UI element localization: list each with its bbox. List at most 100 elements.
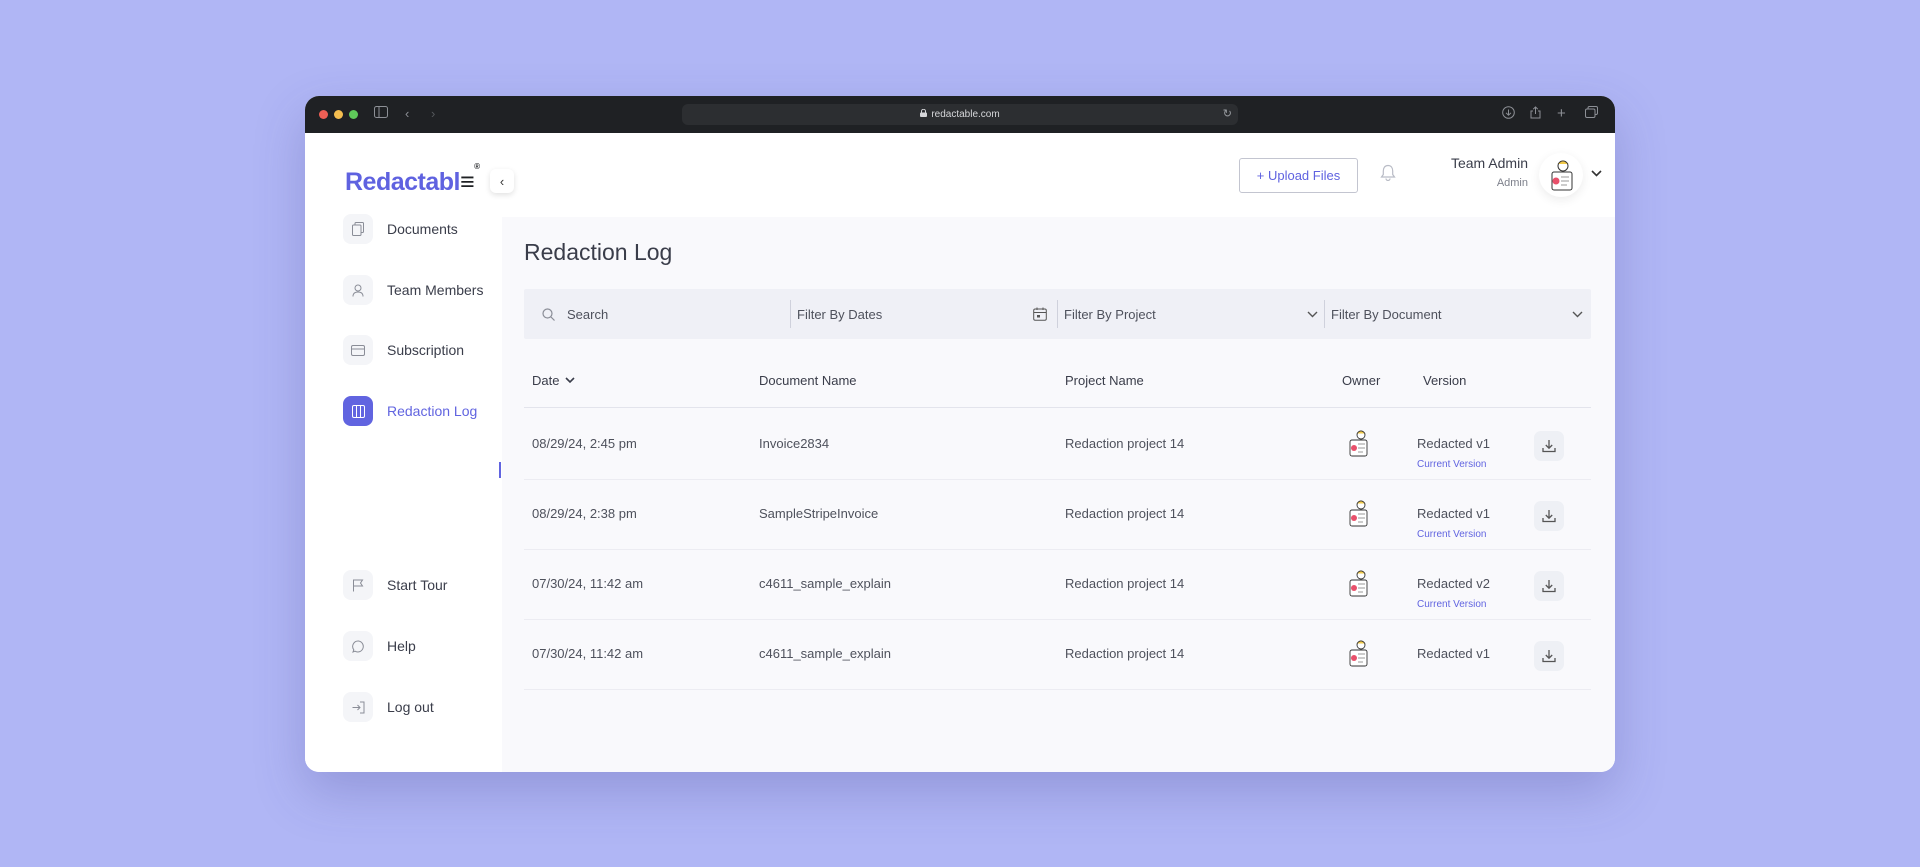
reload-icon[interactable]: ↻ bbox=[1223, 107, 1232, 120]
download-icon bbox=[1542, 439, 1556, 453]
main-content: Redaction Log Search Filter By Dates Fil… bbox=[502, 217, 1615, 772]
column-header-project-name: Project Name bbox=[1065, 373, 1144, 388]
calendar-icon[interactable] bbox=[1033, 307, 1047, 324]
page-title: Redaction Log bbox=[524, 239, 673, 265]
sidebar-item-label: Subscription bbox=[387, 342, 465, 358]
sidebar-toggle-icon[interactable] bbox=[374, 106, 388, 122]
current-version-badge: Current Version bbox=[1417, 529, 1487, 540]
chevron-down-icon[interactable] bbox=[1572, 307, 1583, 321]
cell-document-name[interactable]: Invoice2834 bbox=[759, 436, 829, 451]
download-button[interactable] bbox=[1534, 571, 1564, 601]
tabs-overview-icon[interactable] bbox=[1585, 106, 1598, 122]
close-window-button[interactable] bbox=[319, 110, 328, 119]
current-version-badge: Current Version bbox=[1417, 599, 1487, 610]
documents-icon bbox=[343, 214, 373, 244]
table-row[interactable]: 08/29/24, 2:45 pm Invoice2834 Redaction pr… bbox=[524, 410, 1591, 480]
bell-icon[interactable] bbox=[1380, 164, 1396, 186]
cell-date: 07/30/24, 11:42 am bbox=[532, 646, 644, 661]
collapse-sidebar-button[interactable]: ‹ bbox=[490, 169, 514, 193]
credit-card-icon bbox=[343, 335, 373, 365]
download-button[interactable] bbox=[1534, 431, 1564, 461]
cell-document-name[interactable]: c4611_sample_explain bbox=[759, 646, 891, 661]
download-icon[interactable] bbox=[1502, 106, 1515, 123]
chevron-left-icon: ‹ bbox=[499, 173, 505, 189]
sidebar-item-label: Start Tour bbox=[387, 577, 448, 593]
download-button[interactable] bbox=[1534, 641, 1564, 671]
sidebar-item-log-out[interactable]: Log out bbox=[343, 691, 503, 723]
flag-icon bbox=[343, 570, 373, 600]
minimize-window-button[interactable] bbox=[334, 110, 343, 119]
address-bar[interactable]: redactable.com ↻ bbox=[682, 104, 1238, 125]
sidebar-item-team-members[interactable]: Team Members bbox=[343, 274, 503, 306]
lock-icon bbox=[920, 108, 928, 120]
current-version-badge: Current Version bbox=[1417, 459, 1487, 470]
filter-bar: Search Filter By Dates Filter By Project… bbox=[524, 289, 1591, 339]
download-icon bbox=[1542, 649, 1556, 663]
cell-project-name: Redaction project 14 bbox=[1065, 436, 1185, 451]
user-icon bbox=[343, 275, 373, 305]
top-header: + Upload Files Team Admin Admin bbox=[502, 133, 1615, 217]
cell-project-name: Redaction project 14 bbox=[1065, 646, 1185, 661]
filter-dates-label: Filter By Dates bbox=[797, 306, 883, 322]
logo[interactable]: Redactabl≡® bbox=[345, 162, 480, 197]
user-role: Admin bbox=[1496, 177, 1528, 189]
sidebar-item-subscription[interactable]: Subscription bbox=[343, 334, 503, 366]
log-book-icon bbox=[343, 396, 373, 426]
sidebar-item-label: Redaction Log bbox=[387, 403, 478, 419]
cell-version: Redacted v1 bbox=[1417, 646, 1490, 661]
sidebar-item-help[interactable]: Help bbox=[343, 630, 503, 662]
sidebar-item-redaction-log[interactable]: Redaction Log bbox=[343, 395, 503, 427]
search-input[interactable]: Search bbox=[542, 289, 782, 339]
owner-avatar bbox=[1344, 568, 1374, 600]
filter-document-label: Filter By Document bbox=[1331, 306, 1442, 322]
owner-avatar bbox=[1344, 428, 1374, 460]
cell-date: 08/29/24, 2:45 pm bbox=[532, 436, 637, 451]
sidebar-item-start-tour[interactable]: Start Tour bbox=[343, 569, 503, 601]
owner-avatar bbox=[1344, 498, 1374, 530]
table-row[interactable]: 07/30/24, 11:42 am c4611_sample_explain Re… bbox=[524, 620, 1591, 690]
back-icon[interactable]: ‹ bbox=[405, 106, 409, 122]
browser-window: ‹ › redactable.com ↻ + Redactabl≡® Docum… bbox=[305, 96, 1615, 772]
zoom-window-button[interactable] bbox=[349, 110, 358, 119]
cell-document-name[interactable]: SampleStripeInvoice bbox=[759, 506, 878, 521]
sidebar-item-label: Documents bbox=[387, 221, 458, 237]
divider bbox=[1324, 300, 1325, 328]
table-row[interactable]: 08/29/24, 2:38 pm SampleStripeInvoice Reda… bbox=[524, 480, 1591, 550]
chevron-down-icon[interactable] bbox=[1591, 166, 1602, 180]
table-row[interactable]: 07/30/24, 11:42 am c4611_sample_explain Re… bbox=[524, 550, 1591, 620]
sort-chevron-icon bbox=[565, 377, 576, 384]
cell-document-name[interactable]: c4611_sample_explain bbox=[759, 576, 891, 591]
search-placeholder: Search bbox=[567, 306, 609, 322]
download-icon bbox=[1542, 579, 1556, 593]
cell-version: Redacted v1 bbox=[1417, 506, 1490, 521]
download-icon bbox=[1542, 509, 1556, 523]
filter-project-label: Filter By Project bbox=[1064, 306, 1156, 322]
sidebar-item-label: Log out bbox=[387, 699, 434, 715]
filter-by-dates[interactable]: Filter By Dates bbox=[797, 289, 1057, 339]
column-header-version: Version bbox=[1423, 373, 1467, 388]
browser-titlebar: ‹ › redactable.com ↻ + bbox=[305, 96, 1615, 133]
sidebar: Redactabl≡® Documents Team Members Subsc… bbox=[305, 133, 502, 772]
upload-files-button[interactable]: + Upload Files bbox=[1239, 158, 1358, 193]
chevron-down-icon[interactable] bbox=[1307, 307, 1318, 321]
avatar[interactable] bbox=[1539, 153, 1583, 197]
share-icon[interactable] bbox=[1530, 106, 1541, 123]
window-controls bbox=[319, 110, 358, 119]
cell-project-name: Redaction project 14 bbox=[1065, 576, 1185, 591]
filter-by-project[interactable]: Filter By Project bbox=[1064, 289, 1324, 339]
sidebar-item-documents[interactable]: Documents bbox=[343, 213, 503, 245]
sidebar-item-label: Team Members bbox=[387, 282, 484, 298]
search-icon bbox=[542, 307, 555, 321]
column-header-date[interactable]: Date bbox=[532, 373, 576, 388]
download-button[interactable] bbox=[1534, 501, 1564, 531]
filter-by-document[interactable]: Filter By Document bbox=[1331, 289, 1581, 339]
cell-version: Redacted v2 bbox=[1417, 576, 1490, 591]
chat-bubble-icon bbox=[343, 631, 373, 661]
active-indicator bbox=[499, 462, 501, 478]
column-header-document-name: Document Name bbox=[759, 373, 857, 388]
cell-date: 07/30/24, 11:42 am bbox=[532, 576, 644, 591]
new-tab-icon[interactable]: + bbox=[1557, 106, 1566, 122]
forward-icon[interactable]: › bbox=[431, 106, 435, 122]
divider bbox=[1057, 300, 1058, 328]
logout-icon bbox=[343, 692, 373, 722]
